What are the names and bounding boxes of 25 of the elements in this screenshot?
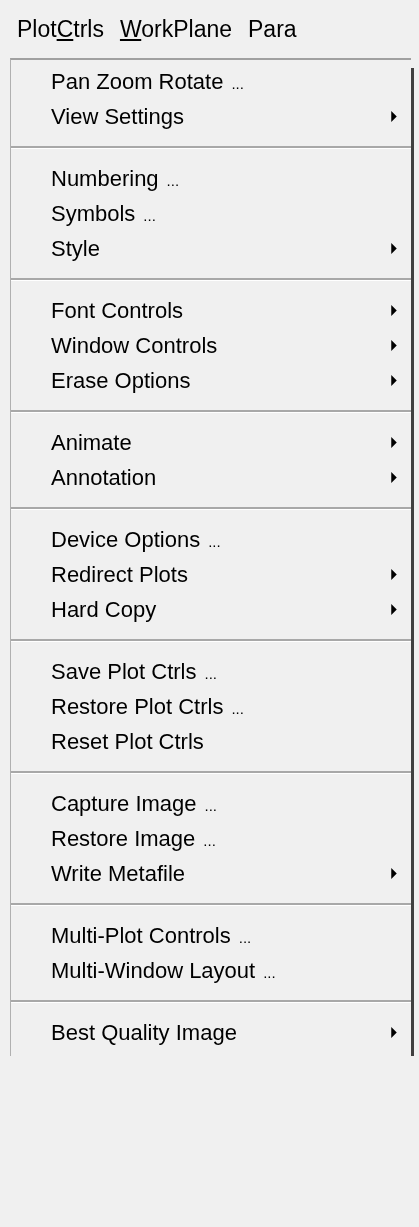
menu-item[interactable]: Window Controls — [11, 328, 411, 363]
menu-item[interactable]: Device Options ... — [11, 522, 411, 557]
menu-item[interactable]: Restore Plot Ctrls ... — [11, 689, 411, 724]
menu-item[interactable]: Capture Image ... — [11, 786, 411, 821]
menu-item[interactable]: Redirect Plots — [11, 557, 411, 592]
menu-item[interactable]: View Settings — [11, 99, 411, 134]
menu-item[interactable]: Animate — [11, 425, 411, 460]
menu-bar-item[interactable]: Para — [247, 13, 298, 45]
menu-bar-item[interactable]: PlotCtrls — [16, 13, 105, 45]
menu-item[interactable]: Restore Image ... — [11, 821, 411, 856]
menu-item[interactable]: Multi-Plot Controls ... — [11, 918, 411, 953]
menu-item[interactable]: Multi-Window Layout ... — [11, 953, 411, 988]
menu-item[interactable]: Numbering ... — [11, 161, 411, 196]
menu-item[interactable]: Erase Options — [11, 363, 411, 398]
menu-item[interactable]: Reset Plot Ctrls — [11, 724, 411, 759]
menu-item[interactable]: Best Quality Image — [11, 1015, 411, 1050]
menu-item[interactable]: Pan Zoom Rotate ... — [11, 64, 411, 99]
menu-item[interactable]: Symbols ... — [11, 196, 411, 231]
menu-bar-item[interactable]: WorkPlane — [118, 13, 233, 45]
menu-item[interactable]: Write Metafile — [11, 856, 411, 891]
menu-item[interactable]: Font Controls — [11, 293, 411, 328]
menu-item[interactable]: Hard Copy — [11, 592, 411, 627]
menu-item[interactable]: Annotation — [11, 460, 411, 495]
menu-item[interactable]: Save Plot Ctrls ... — [11, 654, 411, 689]
menu-item[interactable]: Style — [11, 231, 411, 266]
